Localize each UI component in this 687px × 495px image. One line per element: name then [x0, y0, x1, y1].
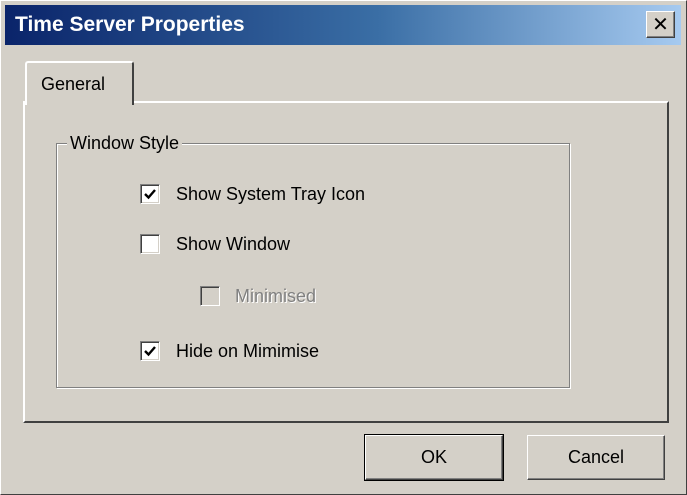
- checkmark-icon: [144, 346, 156, 357]
- show-system-tray-icon-label[interactable]: Show System Tray Icon: [176, 182, 365, 206]
- dialog-window: Time Server Properties ✕ General Window …: [0, 0, 687, 495]
- ok-button[interactable]: OK: [364, 434, 504, 481]
- window-title: Time Server Properties: [15, 13, 245, 36]
- hide-on-minimise-label[interactable]: Hide on Mimimise: [176, 339, 319, 363]
- title-bar[interactable]: Time Server Properties ✕: [5, 5, 681, 45]
- tab-general[interactable]: General: [25, 61, 134, 105]
- groupbox-legend: Window Style: [67, 131, 183, 155]
- checkmark-icon: [144, 189, 156, 200]
- minimised-label: Minimised: [235, 286, 317, 306]
- cancel-button[interactable]: Cancel: [527, 435, 665, 480]
- close-icon: ✕: [652, 13, 669, 36]
- show-window-checkbox[interactable]: [140, 234, 160, 254]
- hide-on-minimise-checkbox[interactable]: [140, 341, 160, 361]
- minimised-checkbox: [200, 286, 220, 306]
- close-button[interactable]: ✕: [646, 11, 675, 38]
- tab-label: General: [41, 74, 106, 94]
- show-window-label[interactable]: Show Window: [176, 232, 290, 256]
- show-system-tray-icon-checkbox[interactable]: [140, 184, 160, 204]
